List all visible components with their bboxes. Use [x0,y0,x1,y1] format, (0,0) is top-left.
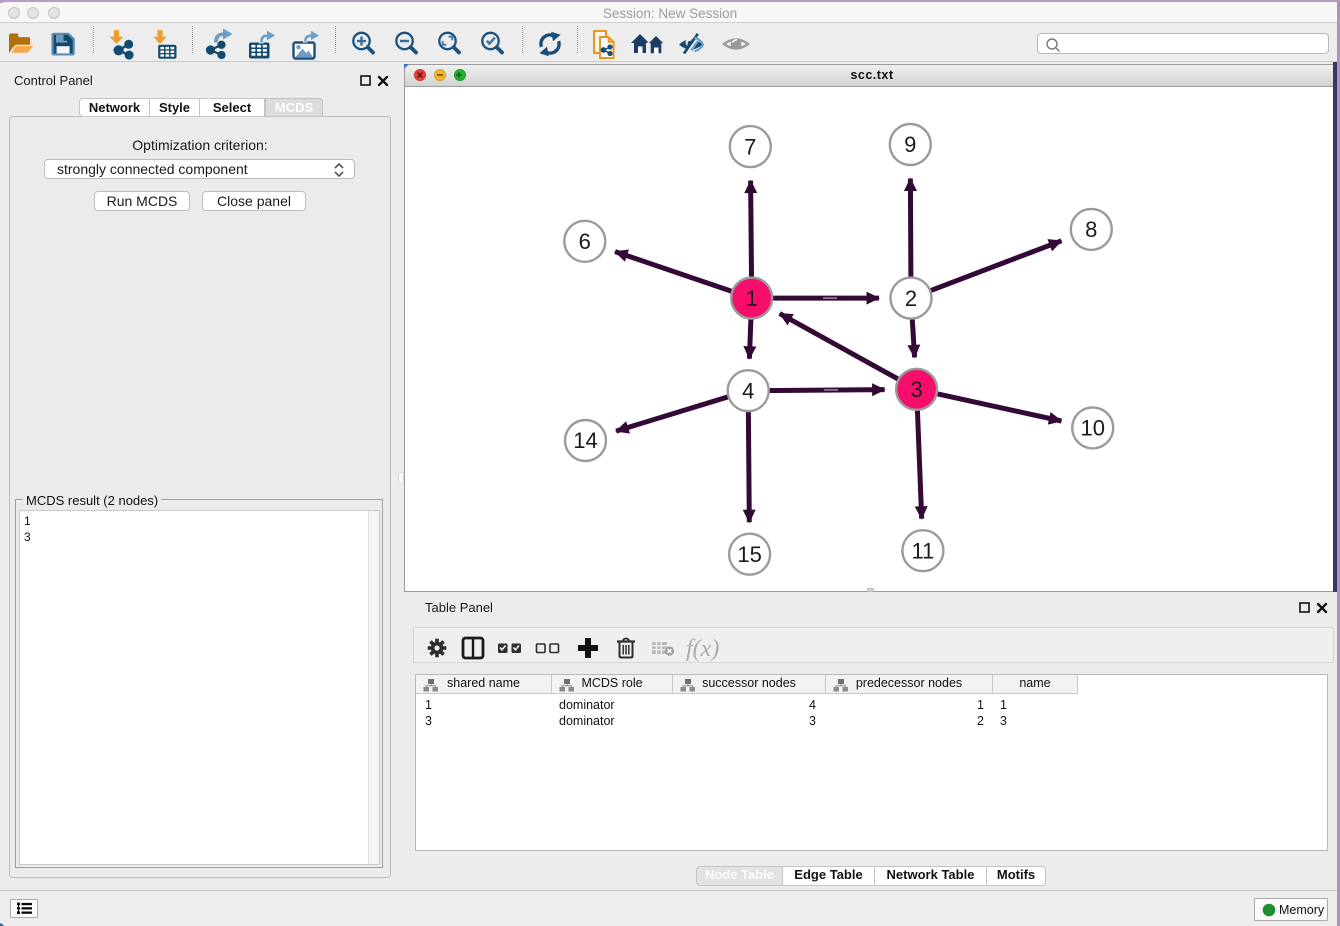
svg-text:1: 1 [746,286,758,311]
svg-text:9: 9 [904,132,916,157]
svg-text:15: 15 [737,542,761,567]
svg-text:3: 3 [910,377,922,402]
svg-text:8: 8 [1085,217,1097,242]
svg-text:7: 7 [744,134,756,159]
svg-text:11: 11 [911,538,934,563]
svg-text:2: 2 [905,286,917,311]
svg-text:4: 4 [742,378,754,403]
svg-text:6: 6 [579,229,591,254]
svg-text:14: 14 [573,428,597,453]
svg-text:10: 10 [1080,416,1104,441]
svg-text:f(x): f(x) [686,636,719,662]
